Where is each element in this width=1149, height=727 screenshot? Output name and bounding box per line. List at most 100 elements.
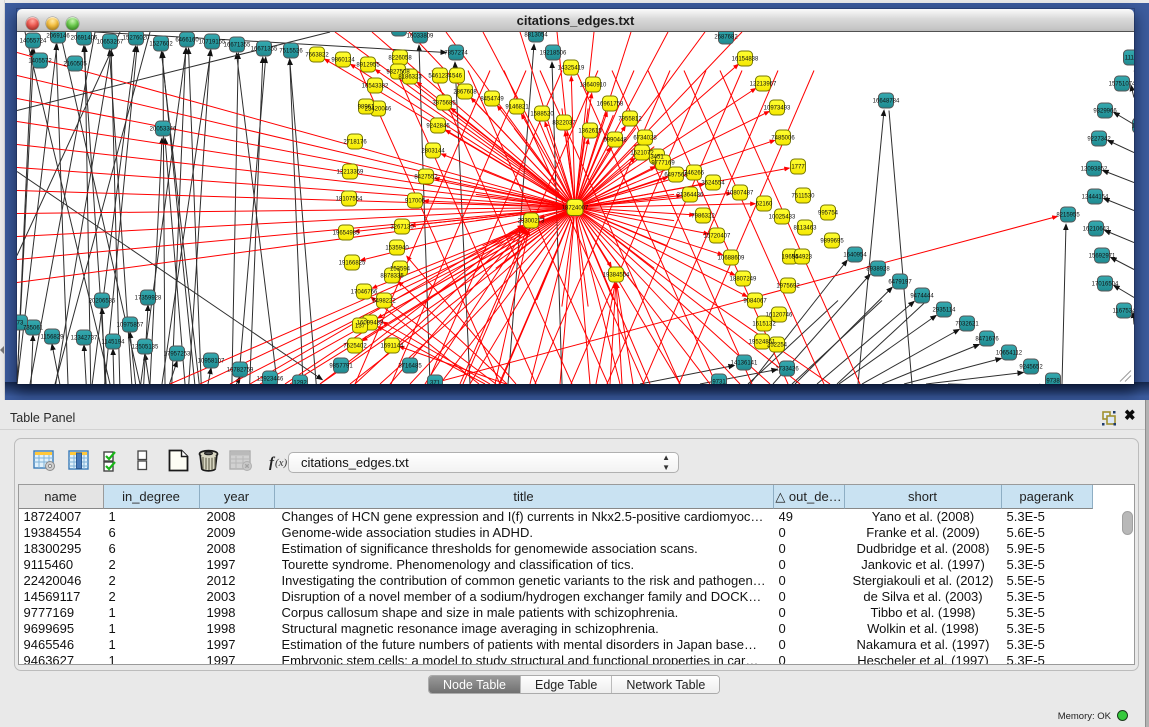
svg-text:371: 371 [430,380,441,384]
svg-text:16543382: 16543382 [362,83,389,89]
svg-text:8938928: 8938928 [866,266,890,272]
svg-text:8427552: 8427552 [414,174,438,180]
svg-text:10807487: 10807487 [727,190,754,196]
svg-text:8813054: 8813054 [524,32,548,38]
svg-text:7955812: 7955812 [618,116,642,122]
svg-text:7986322: 7986322 [691,213,715,219]
svg-text:1615132: 1615132 [752,321,776,327]
svg-text:3716485: 3716485 [398,363,422,369]
svg-text:546: 546 [452,73,463,79]
svg-text:10688609: 10688609 [718,255,745,261]
svg-text:19166825: 19166825 [339,260,366,266]
svg-text:6466160: 6466160 [175,37,199,43]
svg-text:9146821: 9146821 [505,104,529,110]
svg-text:252254: 252254 [767,342,788,348]
svg-text:7485006: 7485006 [771,135,795,141]
svg-text:2160505: 2160505 [63,61,87,67]
svg-text:20206535: 20206535 [89,298,116,304]
svg-text:3267130: 3267130 [390,224,414,230]
svg-text:8215955: 8215955 [1056,212,1080,218]
svg-text:16033809: 16033809 [407,33,434,39]
svg-text:14055724: 14055724 [20,38,47,44]
svg-text:1145194: 1145194 [102,339,126,345]
svg-text:8471676: 8471676 [975,336,999,342]
svg-text:(x): (x) [275,457,288,469]
svg-text:6990448: 6990448 [603,137,627,143]
svg-text:1167534: 1167534 [1113,308,1134,314]
svg-text:8186323: 8186323 [398,74,422,80]
svg-text:917006: 917006 [405,198,426,204]
svg-text:9777169: 9777169 [651,160,675,166]
svg-text:12505135: 12505135 [132,344,159,350]
svg-text:21364436: 21364436 [677,192,704,198]
svg-text:1112: 1112 [1125,55,1134,61]
svg-text:6479197: 6479197 [888,279,912,285]
svg-text:2803144: 2803144 [421,148,445,154]
svg-text:9899695: 9899695 [820,238,844,244]
svg-text:19384554: 19384554 [603,272,630,278]
svg-text:12093852: 12093852 [1081,166,1108,172]
svg-text:9084067: 9084067 [743,298,767,304]
svg-text:62160: 62160 [756,201,773,207]
svg-text:137: 137 [355,323,366,329]
svg-text:7663822: 7663822 [305,52,329,58]
svg-text:8113463: 8113463 [794,225,818,231]
svg-text:12213967: 12213967 [750,81,777,87]
svg-text:1292: 1292 [293,380,307,384]
svg-text:10653267: 10653267 [97,39,124,45]
svg-text:16961758: 16961758 [597,101,624,107]
svg-text:7511530: 7511530 [792,193,816,199]
svg-text:10975857: 10975857 [117,322,144,328]
svg-text:10654112: 10654112 [996,350,1023,356]
svg-text:12213369: 12213369 [337,169,364,175]
svg-text:9245652: 9245652 [1019,364,1043,370]
svg-text:20053346: 20053346 [150,126,177,132]
svg-text:16671355: 16671355 [224,42,251,48]
svg-text:17359928: 17359928 [135,295,162,301]
svg-text:9329966: 9329966 [1093,108,1117,114]
svg-text:17957253: 17957253 [164,351,191,357]
svg-text:735061: 735061 [23,325,44,331]
svg-text:1527602: 1527602 [149,41,173,47]
svg-text:20691406: 20691406 [71,35,98,41]
svg-text:16671355: 16671355 [251,46,278,52]
svg-text:1733426: 1733426 [775,366,799,372]
svg-text:15720407: 15720407 [704,233,731,239]
svg-text:10958107: 10958107 [198,358,225,364]
svg-text:8878335: 8878335 [380,273,404,279]
svg-text:7515526: 7515526 [279,48,303,54]
svg-text:995754: 995754 [818,210,839,216]
svg-text:18724007: 18724007 [562,205,589,211]
svg-text:2687682: 2687682 [714,34,738,40]
svg-text:10025433: 10025433 [769,214,796,220]
svg-text:1535940: 1535940 [385,245,409,251]
svg-text:8226058: 8226058 [388,55,412,61]
svg-text:8322037: 8322037 [552,120,576,126]
svg-text:12342737: 12342737 [71,335,98,341]
svg-text:1777: 1777 [791,164,805,170]
svg-text:2867608: 2867608 [453,89,477,95]
svg-text:9738: 9738 [1046,378,1060,384]
svg-text:17046766: 17046766 [351,289,378,295]
svg-text:1362615: 1362615 [578,128,602,134]
svg-text:14136141: 14136141 [731,360,758,366]
svg-text:19218506: 19218506 [540,50,567,56]
svg-text:16782759: 16782759 [227,367,254,373]
svg-text:18807249: 18807249 [730,276,757,282]
svg-text:7857274: 7857274 [444,50,468,56]
svg-text:2935114: 2935114 [933,307,957,313]
svg-text:12923446: 12923446 [257,376,284,382]
svg-text:6734028: 6734028 [633,135,657,141]
svg-text:18640910: 18640910 [580,82,607,88]
svg-text:14325419: 14325419 [558,65,585,71]
svg-text:16648784: 16648784 [873,98,900,104]
svg-text:9474444: 9474444 [910,293,934,299]
svg-text:10719155: 10719155 [199,39,226,45]
svg-text:9860124: 9860124 [331,57,355,63]
svg-text:5498222: 5498222 [372,298,396,304]
svg-text:12774: 12774 [1132,123,1134,129]
svg-text:73: 73 [17,320,24,326]
svg-text:15751074: 15751074 [1109,81,1134,87]
svg-text:15692971: 15692971 [1089,253,1116,259]
svg-text:1691144: 1691144 [381,343,405,349]
